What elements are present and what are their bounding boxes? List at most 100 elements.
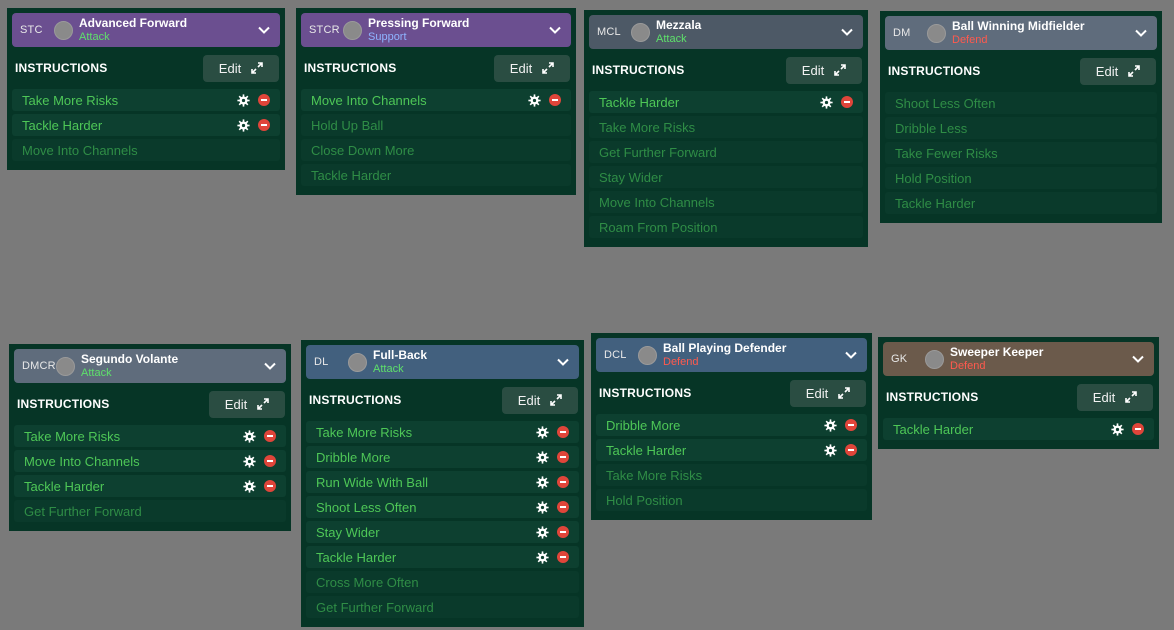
remove-icon[interactable] — [557, 476, 569, 488]
instruction-item[interactable]: Hold Up Ball — [301, 114, 571, 136]
remove-icon[interactable] — [557, 451, 569, 463]
gear-icon[interactable] — [243, 454, 256, 468]
remove-icon[interactable] — [557, 526, 569, 538]
instruction-item[interactable]: Tackle Harder — [885, 192, 1157, 214]
role-selector[interactable]: MCL Mezzala Attack — [589, 15, 863, 49]
chevron-down-icon[interactable] — [840, 25, 854, 39]
edit-button[interactable]: Edit — [790, 379, 866, 407]
role-selector[interactable]: DCL Ball Playing Defender Defend — [596, 338, 867, 372]
instruction-item[interactable]: Dribble Less — [885, 117, 1157, 139]
remove-icon[interactable] — [264, 430, 276, 442]
chevron-down-icon[interactable] — [257, 23, 271, 37]
edit-button[interactable]: Edit — [1080, 57, 1156, 85]
edit-button[interactable]: Edit — [1077, 383, 1153, 411]
instruction-item[interactable]: Run Wide With Ball — [306, 471, 579, 493]
role-selector[interactable]: DL Full-Back Attack — [306, 345, 579, 379]
chevron-down-icon[interactable] — [263, 359, 277, 373]
instruction-item[interactable]: Get Further Forward — [589, 141, 863, 163]
role-selector[interactable]: DM Ball Winning Midfielder Defend — [885, 16, 1157, 50]
remove-icon[interactable] — [258, 94, 270, 106]
role-card: DCL Ball Playing Defender Defend INSTRUC… — [591, 333, 872, 520]
instruction-item[interactable]: Close Down More — [301, 139, 571, 161]
gear-icon[interactable] — [536, 500, 549, 514]
remove-icon[interactable] — [1132, 423, 1144, 435]
instruction-item[interactable]: Tackle Harder — [14, 475, 286, 497]
gear-icon[interactable] — [536, 425, 549, 439]
instruction-label: Dribble Less — [895, 120, 968, 136]
chevron-down-icon[interactable] — [548, 23, 562, 37]
gear-icon[interactable] — [536, 525, 549, 539]
gear-icon[interactable] — [237, 93, 250, 107]
instruction-item[interactable]: Take Fewer Risks — [885, 142, 1157, 164]
remove-icon[interactable] — [549, 94, 561, 106]
gear-icon[interactable] — [820, 95, 833, 109]
chevron-down-icon[interactable] — [844, 348, 858, 362]
gear-icon[interactable] — [528, 93, 541, 107]
instruction-item[interactable]: Tackle Harder — [301, 164, 571, 186]
instruction-controls — [536, 425, 569, 439]
gear-icon[interactable] — [536, 450, 549, 464]
gear-icon[interactable] — [1111, 422, 1124, 436]
remove-icon[interactable] — [845, 444, 857, 456]
instruction-item[interactable]: Roam From Position — [589, 216, 863, 238]
chevron-down-icon[interactable] — [1134, 26, 1148, 40]
remove-icon[interactable] — [258, 119, 270, 131]
remove-icon[interactable] — [557, 551, 569, 563]
role-selector[interactable]: GK Sweeper Keeper Defend — [883, 342, 1154, 376]
instruction-item[interactable]: Tackle Harder — [596, 439, 867, 461]
instruction-item[interactable]: Stay Wider — [306, 521, 579, 543]
instruction-item[interactable]: Take More Risks — [14, 425, 286, 447]
gear-icon[interactable] — [243, 479, 256, 493]
edit-button[interactable]: Edit — [786, 56, 862, 84]
instruction-item[interactable]: Shoot Less Often — [885, 92, 1157, 114]
gear-icon[interactable] — [536, 550, 549, 564]
gear-icon[interactable] — [243, 429, 256, 443]
role-selector[interactable]: DMCR Segundo Volante Attack — [14, 349, 286, 383]
instruction-item[interactable]: Move Into Channels — [12, 139, 280, 161]
instruction-item[interactable]: Hold Position — [885, 167, 1157, 189]
edit-button[interactable]: Edit — [203, 54, 279, 82]
instructions-heading: INSTRUCTIONS — [886, 390, 979, 404]
instruction-item[interactable]: Stay Wider — [589, 166, 863, 188]
remove-icon[interactable] — [264, 455, 276, 467]
remove-icon[interactable] — [557, 426, 569, 438]
instruction-label: Dribble More — [606, 417, 681, 433]
chevron-down-icon[interactable] — [1131, 352, 1145, 366]
instruction-item[interactable]: Tackle Harder — [589, 91, 863, 113]
instruction-item[interactable]: Get Further Forward — [14, 500, 286, 522]
instruction-item[interactable]: Dribble More — [596, 414, 867, 436]
instruction-item[interactable]: Move Into Channels — [14, 450, 286, 472]
instruction-item[interactable]: Tackle Harder — [883, 418, 1154, 440]
remove-icon[interactable] — [264, 480, 276, 492]
edit-button[interactable]: Edit — [494, 54, 570, 82]
instruction-item[interactable]: Take More Risks — [12, 89, 280, 111]
instruction-item[interactable]: Shoot Less Often — [306, 496, 579, 518]
gear-icon[interactable] — [824, 418, 837, 432]
instruction-controls — [824, 443, 857, 457]
instruction-item[interactable]: Move Into Channels — [301, 89, 571, 111]
chevron-down-icon[interactable] — [556, 355, 570, 369]
remove-icon[interactable] — [845, 419, 857, 431]
gear-icon[interactable] — [237, 118, 250, 132]
instruction-item[interactable]: Take More Risks — [596, 464, 867, 486]
instruction-item[interactable]: Tackle Harder — [12, 114, 280, 136]
gear-icon[interactable] — [536, 475, 549, 489]
role-card: GK Sweeper Keeper Defend INSTRUCTIONS Ed… — [878, 337, 1159, 449]
instruction-list: Shoot Less Often Dribble Less Take Fewer… — [885, 92, 1157, 214]
instruction-item[interactable]: Move Into Channels — [589, 191, 863, 213]
instruction-item[interactable]: Take More Risks — [306, 421, 579, 443]
gear-icon[interactable] — [824, 443, 837, 457]
instruction-item[interactable]: Take More Risks — [589, 116, 863, 138]
instruction-item[interactable]: Tackle Harder — [306, 546, 579, 568]
instruction-item[interactable]: Cross More Often — [306, 571, 579, 593]
role-selector[interactable]: STCR Pressing Forward Support — [301, 13, 571, 47]
instruction-item[interactable]: Get Further Forward — [306, 596, 579, 618]
instruction-item[interactable]: Dribble More — [306, 446, 579, 468]
role-selector[interactable]: STC Advanced Forward Attack — [12, 13, 280, 47]
edit-button[interactable]: Edit — [502, 386, 578, 414]
instruction-item[interactable]: Hold Position — [596, 489, 867, 511]
remove-icon[interactable] — [557, 501, 569, 513]
role-name: Sweeper Keeper — [950, 345, 1044, 359]
edit-button[interactable]: Edit — [209, 390, 285, 418]
remove-icon[interactable] — [841, 96, 853, 108]
